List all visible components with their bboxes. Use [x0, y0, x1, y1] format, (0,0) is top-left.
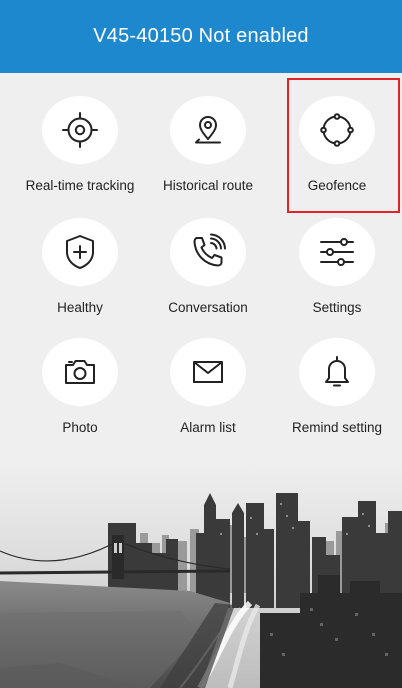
- sliders-icon: [320, 238, 354, 266]
- city-skyline-image: [0, 463, 402, 688]
- menu-item-remind-setting[interactable]: Remind setting: [270, 315, 402, 435]
- menu-item-conversation[interactable]: Conversation: [141, 195, 275, 315]
- menu-item-icon-circle: [42, 338, 118, 406]
- menu-item-label: Photo: [62, 420, 98, 435]
- menu-item-alarm-list[interactable]: Alarm list: [141, 315, 275, 435]
- phone-call-icon: [193, 233, 226, 267]
- menu-item-icon-circle: [42, 218, 118, 286]
- menu-item-label: Healthy: [57, 300, 103, 315]
- menu-item-label: Settings: [312, 300, 362, 315]
- menu-item-icon-circle: [42, 96, 118, 164]
- menu-item-settings[interactable]: Settings: [270, 195, 402, 315]
- camera-icon: [65, 360, 95, 384]
- menu-item-real-time-tracking[interactable]: Real-time tracking: [13, 73, 147, 193]
- app-screen: V45-40150 Not enabled Real-time tracking: [0, 0, 402, 688]
- location-pin-icon: [195, 116, 221, 144]
- menu-item-icon-circle: [170, 338, 246, 406]
- geofence-highlight-box: [287, 78, 400, 213]
- menu-item-label: Remind setting: [291, 420, 383, 435]
- app-header: V45-40150 Not enabled: [0, 0, 402, 73]
- menu-item-label: Alarm list: [180, 420, 236, 435]
- menu-item-healthy[interactable]: Healthy: [13, 195, 147, 315]
- crosshair-icon: [62, 112, 98, 148]
- bell-icon: [325, 356, 349, 387]
- menu-item-icon-circle: [170, 96, 246, 164]
- menu-item-label: Historical route: [162, 178, 254, 193]
- menu-item-label: Real-time tracking: [25, 178, 135, 193]
- shield-plus-icon: [66, 235, 94, 269]
- menu-item-historical-route[interactable]: Historical route: [141, 73, 275, 193]
- menu-item-icon-circle: [299, 338, 375, 406]
- menu-item-icon-circle: [299, 218, 375, 286]
- menu-item-label: Conversation: [168, 300, 248, 315]
- envelope-icon: [193, 361, 223, 383]
- menu-item-photo[interactable]: Photo: [13, 315, 147, 435]
- page-title: V45-40150 Not enabled: [93, 25, 309, 47]
- menu-item-icon-circle: [170, 218, 246, 286]
